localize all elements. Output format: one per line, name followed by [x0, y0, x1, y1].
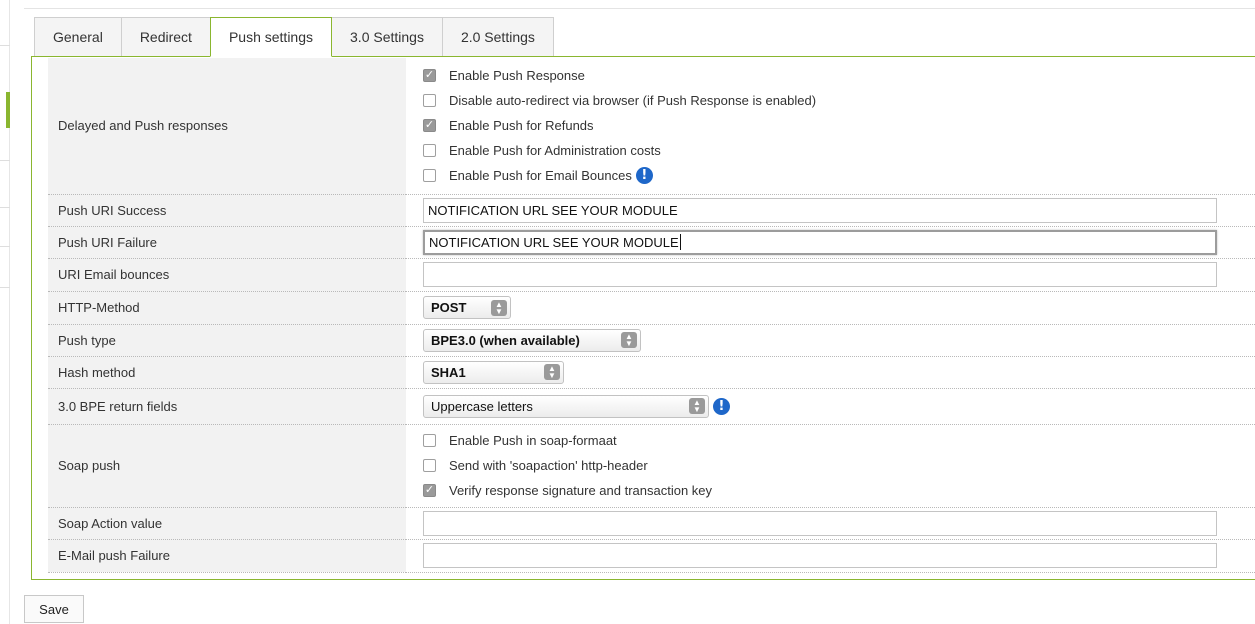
select-arrows-icon: ▲ ▼: [491, 299, 507, 316]
soap-action-value-input[interactable]: [423, 510, 1217, 536]
select-value: BPE3.0 (when available): [431, 332, 580, 348]
checkbox-enable-push-admin-costs[interactable]: Enable Push for Administration costs: [423, 138, 1255, 163]
save-button[interactable]: Save: [24, 595, 84, 623]
checkbox-label: Enable Push for Administration costs: [449, 143, 661, 159]
checkbox-box[interactable]: ✓: [423, 69, 436, 83]
info-icon[interactable]: !: [635, 167, 653, 185]
uri-email-bounces-input[interactable]: [423, 262, 1217, 287]
settings-row-hash-method: Hash method SHA1 ▲ ▼: [48, 356, 1255, 389]
left-rail: [0, 0, 10, 624]
push-type-select[interactable]: BPE3.0 (when available) ▲ ▼: [423, 328, 641, 352]
checkbox-enable-push-refunds[interactable]: ✓ Enable Push for Refunds: [423, 113, 1255, 138]
checkbox-box[interactable]: [423, 434, 436, 447]
hash-method-select[interactable]: SHA1 ▲ ▼: [423, 360, 564, 384]
checkbox-label: Verify response signature and transactio…: [449, 483, 713, 498]
checkbox-enable-push-response[interactable]: ✓ Enable Push Response: [423, 63, 1255, 88]
checkbox-label: Enable Push Response: [449, 68, 585, 84]
rail-divider: [0, 160, 10, 161]
http-method-select[interactable]: POST ▲ ▼: [423, 296, 511, 319]
rail-divider: [0, 45, 10, 46]
row-label: Soap Action value: [48, 507, 406, 540]
top-divider: [24, 8, 1255, 9]
checkbox-verify-signature[interactable]: ✓ Verify response signature and transact…: [423, 478, 1255, 503]
select-arrows-icon: ▲ ▼: [689, 398, 705, 414]
checkbox-enable-push-email-bounces[interactable]: Enable Push for Email Bounces !: [423, 163, 1255, 188]
select-value: Uppercase letters: [431, 398, 533, 414]
rail-divider: [0, 287, 10, 288]
rail-active-marker: [6, 92, 10, 128]
rail-divider: [0, 207, 10, 208]
checkbox-box[interactable]: [423, 459, 436, 472]
checkbox-enable-push-soap[interactable]: Enable Push in soap-formaat: [423, 428, 1255, 453]
tab-redirect[interactable]: Redirect: [120, 17, 211, 57]
settings-row-uri-email-bounces: URI Email bounces: [48, 258, 1255, 292]
tab-general[interactable]: General: [34, 17, 122, 57]
push-uri-failure-input[interactable]: NOTIFICATION URL SEE YOUR MODULE: [423, 229, 1217, 255]
tab-2-0-settings[interactable]: 2.0 Settings: [441, 17, 554, 57]
push-settings-panel: Delayed and Push responses ✓ Enable Push…: [31, 56, 1255, 580]
row-label: Delayed and Push responses: [48, 58, 406, 195]
select-value: SHA1: [431, 364, 466, 380]
select-value: POST: [431, 300, 467, 315]
settings-row-soap-push: Soap push Enable Push in soap-formaat Se…: [48, 424, 1255, 508]
settings-row-push-uri-failure: Push URI Failure NOTIFICATION URL SEE YO…: [48, 226, 1255, 259]
row-label: Push URI Success: [48, 194, 406, 227]
email-push-failure-input[interactable]: [423, 543, 1217, 568]
settings-row-delayed: Delayed and Push responses ✓ Enable Push…: [48, 58, 1255, 195]
checkbox-box[interactable]: [423, 144, 436, 158]
select-arrows-icon: ▲ ▼: [621, 332, 637, 348]
settings-table: Delayed and Push responses ✓ Enable Push…: [48, 58, 1255, 573]
settings-row-soap-action-value: Soap Action value: [48, 507, 1255, 540]
settings-row-push-uri-success: Push URI Success NOTIFICATION URL SEE YO…: [48, 194, 1255, 227]
row-label: Push URI Failure: [48, 226, 406, 259]
row-label: HTTP-Method: [48, 291, 406, 325]
input-value: NOTIFICATION URL SEE YOUR MODULE: [429, 234, 679, 250]
row-label: E-Mail push Failure: [48, 539, 406, 573]
settings-row-http-method: HTTP-Method POST ▲ ▼: [48, 291, 1255, 325]
row-label: URI Email bounces: [48, 258, 406, 292]
checkbox-send-soapaction-header[interactable]: Send with 'soapaction' http-header: [423, 453, 1255, 478]
settings-row-bpe-return-fields: 3.0 BPE return fields Uppercase letters …: [48, 388, 1255, 425]
input-value: NOTIFICATION URL SEE YOUR MODULE: [428, 202, 678, 218]
text-caret: [679, 234, 681, 250]
settings-row-email-push-failure: E-Mail push Failure: [48, 539, 1255, 573]
checkbox-box[interactable]: ✓: [423, 119, 436, 133]
settings-tabs: General Redirect Push settings 3.0 Setti…: [34, 17, 554, 57]
select-arrows-icon: ▲ ▼: [544, 364, 560, 380]
checkbox-disable-auto-redirect[interactable]: Disable auto-redirect via browser (if Pu…: [423, 88, 1255, 113]
checkbox-label: Enable Push for Refunds: [449, 118, 594, 134]
settings-row-push-type: Push type BPE3.0 (when available) ▲ ▼: [48, 324, 1255, 357]
row-label: Push type: [48, 324, 406, 357]
row-label: Hash method: [48, 356, 406, 389]
checkbox-label: Enable Push for Email Bounces: [449, 168, 632, 184]
checkbox-label: Disable auto-redirect via browser (if Pu…: [449, 93, 817, 109]
rail-divider: [0, 246, 10, 247]
checkbox-box[interactable]: [423, 169, 436, 183]
tab-push-settings[interactable]: Push settings: [209, 17, 333, 57]
row-label: Soap push: [48, 424, 406, 508]
checkbox-label: Send with 'soapaction' http-header: [449, 458, 648, 473]
tab-3-0-settings[interactable]: 3.0 Settings: [331, 17, 443, 57]
checkbox-label: Enable Push in soap-formaat: [449, 433, 617, 448]
push-uri-success-input[interactable]: NOTIFICATION URL SEE YOUR MODULE: [423, 197, 1217, 223]
row-label: 3.0 BPE return fields: [48, 388, 406, 425]
checkbox-box[interactable]: [423, 94, 436, 108]
info-icon[interactable]: !: [713, 397, 730, 415]
bpe-return-fields-select[interactable]: Uppercase letters ▲ ▼: [423, 394, 709, 418]
checkbox-box[interactable]: ✓: [423, 484, 436, 497]
